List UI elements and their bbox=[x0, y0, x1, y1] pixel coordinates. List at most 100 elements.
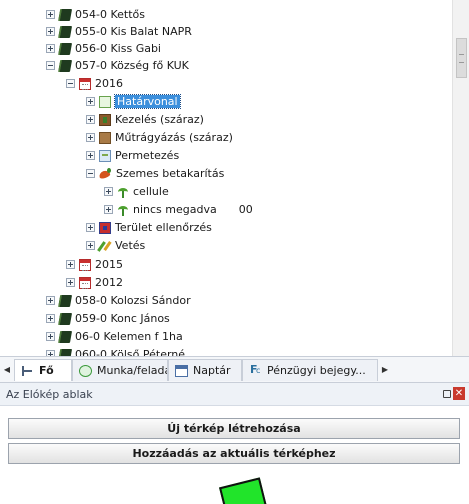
tab-label: Munka/feladat bbox=[97, 364, 168, 377]
farm-book-icon bbox=[57, 42, 73, 55]
map-layer-icon bbox=[99, 95, 111, 108]
new-map-button[interactable]: Új térkép létrehozása bbox=[8, 418, 460, 439]
expand-icon[interactable] bbox=[66, 260, 75, 269]
tree-item-056[interactable]: 056-0 Kiss Gabi bbox=[46, 40, 161, 57]
tree-item-kezeles[interactable]: Kezelés (száraz) bbox=[86, 111, 204, 128]
finance-icon bbox=[249, 363, 262, 377]
tree-item-label: 057-0 Község fő KUK bbox=[75, 59, 189, 72]
tree-item-label: Határvonal bbox=[114, 94, 181, 109]
tree-item-label: 054-0 Kettős bbox=[75, 8, 145, 21]
expand-icon[interactable] bbox=[86, 97, 95, 106]
tree-item-year-2016[interactable]: 2016 bbox=[66, 75, 123, 92]
tree-item-label: 056-0 Kiss Gabi bbox=[75, 42, 161, 55]
tree-item-label: Kezelés (száraz) bbox=[115, 113, 204, 126]
pin-icon[interactable] bbox=[443, 390, 451, 398]
harvest-icon bbox=[99, 167, 112, 180]
tree-item-extra: 00 bbox=[238, 203, 253, 216]
tree-item-057[interactable]: 057-0 Község fő KUK bbox=[46, 57, 189, 74]
tree-item-label: 06-0 Kelemen f 1ha bbox=[75, 330, 183, 343]
task-icon bbox=[79, 364, 92, 377]
expand-icon[interactable] bbox=[104, 205, 113, 214]
expand-icon[interactable] bbox=[46, 27, 55, 36]
tree-item-cellule[interactable]: cellule bbox=[104, 183, 169, 200]
tab-scroll-right-icon[interactable]: ▶ bbox=[378, 357, 392, 382]
tree-item-label: Permetezés bbox=[115, 149, 180, 162]
farm-book-icon bbox=[57, 294, 73, 307]
tree-item-055[interactable]: 055-0 Kis Balat NAPR bbox=[46, 23, 192, 40]
tree-item-hatarvonal[interactable]: Határvonal bbox=[86, 93, 181, 110]
tab-naptar[interactable]: Naptár bbox=[168, 359, 242, 381]
sowing-icon bbox=[99, 240, 111, 252]
tree-item-nincs-megadva[interactable]: nincs megadva 00 bbox=[104, 201, 253, 218]
tree-item-mutragyazas[interactable]: Műtrágyázás (száraz) bbox=[86, 129, 233, 146]
expand-icon[interactable] bbox=[66, 278, 75, 287]
farm-book-icon bbox=[57, 8, 73, 21]
tree-item-060[interactable]: 060-0 Kölső Péterné bbox=[46, 346, 185, 356]
main-tab-icon bbox=[21, 365, 34, 377]
spraying-icon bbox=[99, 149, 111, 162]
farm-book-icon bbox=[57, 59, 73, 72]
calendar-tab-icon bbox=[175, 364, 188, 377]
expand-icon[interactable] bbox=[86, 115, 95, 124]
tab-munka-feladat[interactable]: Munka/feladat bbox=[72, 359, 168, 381]
calendar-icon bbox=[79, 258, 91, 271]
tree-item-label: 059-0 Konc János bbox=[75, 312, 170, 325]
scrollbar-thumb[interactable] bbox=[456, 38, 467, 78]
map-shape-preview bbox=[218, 477, 268, 504]
tree-item-label: Műtrágyázás (száraz) bbox=[115, 131, 233, 144]
sprout-icon bbox=[117, 186, 129, 198]
expand-icon[interactable] bbox=[86, 241, 95, 250]
collapse-icon[interactable] bbox=[86, 169, 95, 178]
tab-scroll-left-icon[interactable]: ◀ bbox=[0, 357, 14, 382]
tree-item-label: nincs megadva bbox=[133, 203, 217, 216]
add-to-current-map-button[interactable]: Hozzáadás az aktuális térképhez bbox=[8, 443, 460, 464]
expand-icon[interactable] bbox=[46, 44, 55, 53]
tree-item-szemes-betakaritas[interactable]: Szemes betakarítás bbox=[86, 165, 224, 182]
tree-item-year-2015[interactable]: 2015 bbox=[66, 256, 123, 273]
calendar-icon bbox=[79, 276, 91, 289]
farm-book-icon bbox=[57, 312, 73, 325]
tree-item-permetezes[interactable]: Permetezés bbox=[86, 147, 179, 164]
tree-item-054[interactable]: 054-0 Kettős bbox=[46, 6, 145, 23]
treatment-icon bbox=[99, 113, 111, 126]
tab-label: Naptár bbox=[193, 364, 231, 377]
expand-icon[interactable] bbox=[86, 133, 95, 142]
panel-title: Az Elókép ablak bbox=[6, 387, 93, 401]
expand-icon[interactable] bbox=[86, 151, 95, 160]
tab-bar: ◀ Fő Munka/feladat Naptár Pénzügyi bejeg… bbox=[0, 356, 469, 383]
expand-icon[interactable] bbox=[46, 314, 55, 323]
tree-item-label: Vetés bbox=[115, 239, 146, 252]
tree-item-059[interactable]: 059-0 Konc János bbox=[46, 310, 170, 327]
expand-icon[interactable] bbox=[104, 187, 113, 196]
area-check-icon bbox=[99, 221, 111, 234]
tab-fo[interactable]: Fő bbox=[14, 359, 72, 381]
tree-item-label: Szemes betakarítás bbox=[116, 167, 225, 180]
tree-item-label: 055-0 Kis Balat NAPR bbox=[75, 25, 192, 38]
fertilizer-icon bbox=[99, 131, 111, 144]
tab-penzugyi-bejegyzes[interactable]: Pénzügyi bejegy... bbox=[242, 359, 378, 381]
tree-scrollbar[interactable] bbox=[452, 0, 469, 356]
calendar-icon bbox=[79, 77, 91, 90]
tree-item-terulet-ellenorzes[interactable]: Terület ellenőrzés bbox=[86, 219, 212, 236]
collapse-icon[interactable] bbox=[66, 79, 75, 88]
tree-item-vetes[interactable]: Vetés bbox=[86, 237, 145, 254]
farm-book-icon bbox=[57, 25, 73, 38]
tree-item-label: cellule bbox=[133, 185, 169, 198]
expand-icon[interactable] bbox=[86, 223, 95, 232]
tree-item-label: 2015 bbox=[95, 258, 123, 271]
tab-label: Fő bbox=[39, 364, 54, 377]
expand-icon[interactable] bbox=[46, 10, 55, 19]
expand-icon[interactable] bbox=[46, 332, 55, 341]
tree-item-label: Terület ellenőrzés bbox=[115, 221, 212, 234]
farm-book-icon bbox=[57, 330, 73, 343]
expand-icon[interactable] bbox=[46, 296, 55, 305]
tree-item-label: 060-0 Kölső Péterné bbox=[75, 348, 186, 356]
tree-item-label: 2012 bbox=[95, 276, 123, 289]
sprout-icon bbox=[117, 204, 129, 216]
collapse-icon[interactable] bbox=[46, 61, 55, 70]
close-icon[interactable]: ✕ bbox=[453, 387, 465, 400]
tree-item-06[interactable]: 06-0 Kelemen f 1ha bbox=[46, 328, 183, 345]
tree-item-year-2012[interactable]: 2012 bbox=[66, 274, 123, 291]
farm-book-icon bbox=[57, 348, 73, 356]
tree-item-058[interactable]: 058-0 Kolozsi Sándor bbox=[46, 292, 191, 309]
